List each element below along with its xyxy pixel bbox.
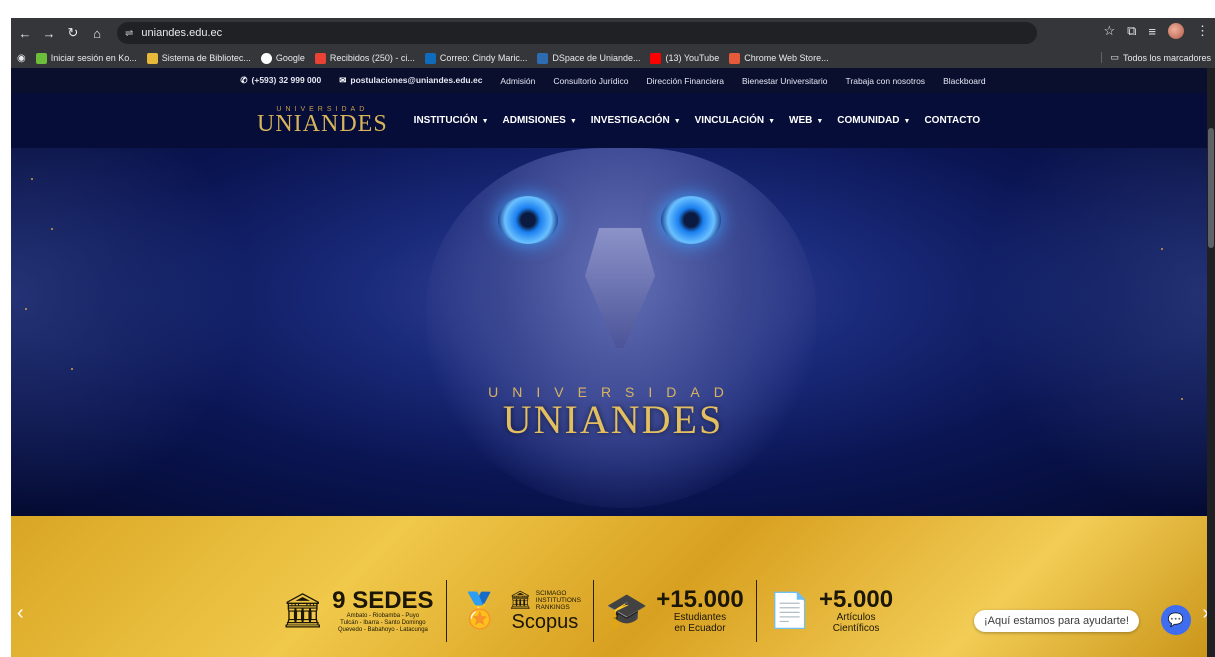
graduate-icon: 🎓	[605, 592, 649, 630]
google-icon	[260, 52, 272, 64]
bookmark-item[interactable]: Iniciar sesión en Ko...	[35, 52, 137, 64]
main-navigation: UNIVERSIDAD UNIANDES INSTITUCIÓN ▼ ADMISI…	[11, 93, 1215, 148]
top-link-financiera[interactable]: Dirección Financiera	[647, 76, 724, 86]
chevron-down-icon: ▼	[903, 118, 911, 125]
sparkle-dot	[31, 178, 33, 180]
stat-articles: 📄 +5.000 Artículos Científicos	[768, 586, 894, 635]
youtube-icon	[650, 52, 662, 64]
bookmarks-bar: ◉ Iniciar sesión en Ko... Sistema de Bib…	[11, 48, 1215, 68]
top-link-blackboard[interactable]: Blackboard	[943, 76, 986, 86]
bookmark-item[interactable]: Correo: Cindy Maric...	[424, 52, 527, 64]
sparkle-dot	[1161, 248, 1163, 250]
bookmark-item[interactable]: Google	[260, 52, 305, 64]
chevron-down-icon: ▼	[768, 118, 776, 125]
phone-icon: ✆	[240, 75, 248, 85]
home-icon[interactable]: ⌂	[87, 23, 107, 43]
extensions-icon[interactable]: ⧉	[1127, 23, 1136, 39]
bookmark-item[interactable]: Recibidos (250) - ci...	[314, 52, 415, 64]
top-link-admision[interactable]: Admisión	[500, 76, 535, 86]
stats-row: 🏛 9 SEDES Ambato - Riobamba - Puyo Tulcá…	[269, 576, 905, 646]
main-menu: INSTITUCIÓN ▼ ADMISIONES ▼ INVESTIGACIÓN ▼ …	[414, 115, 981, 126]
stat-sedes: 🏛 9 SEDES Ambato - Riobamba - Puyo Tulcá…	[281, 586, 434, 633]
stat-ranking: 🏅 🏛 SCIMAGO INSTITUTIONS RANKINGS Scopus	[458, 589, 581, 633]
outlook-icon	[424, 52, 436, 64]
address-bar[interactable]: ⇌ uniandes.edu.ec	[117, 22, 1037, 44]
menu-vinculacion[interactable]: VINCULACIÓN ▼	[695, 115, 775, 126]
eagle-eye-right	[661, 196, 721, 244]
menu-dots-icon[interactable]: ⋮	[1196, 23, 1209, 39]
top-link-consultorio[interactable]: Consultorio Jurídico	[553, 76, 628, 86]
eagle-wing-right	[975, 148, 1215, 516]
dspace-icon	[537, 52, 549, 64]
building-icon: 🏛	[281, 592, 325, 630]
eagle-eye-left	[498, 196, 558, 244]
institution-icon: 🏛	[508, 589, 532, 610]
reading-list-icon[interactable]: ≡	[1148, 24, 1156, 39]
site-settings-icon[interactable]: ⇌	[125, 28, 133, 39]
chevron-down-icon: ▼	[569, 118, 577, 125]
browser-window: ← → ↻ ⌂ ⇌ uniandes.edu.ec ☆ ⧉ ≡ ⋮ ◉ Inic…	[11, 18, 1215, 657]
profile-avatar[interactable]	[1168, 23, 1184, 39]
hero-title: UNIVERSIDAD UNIANDES	[488, 384, 738, 442]
top-info-bar: ✆ (+593) 32 999 000 ✉ postulaciones@uniand…	[11, 68, 1215, 93]
mail-icon: ✉	[339, 75, 347, 85]
phone-link[interactable]: ✆ (+593) 32 999 000	[240, 75, 321, 86]
stat-students: 🎓 +15.000 Estudiantes en Ecuador	[605, 586, 744, 635]
document-icon: 📄	[768, 592, 812, 630]
forward-icon[interactable]: →	[39, 23, 59, 43]
webstore-icon	[729, 52, 741, 64]
stats-band: ‹ 🏛 9 SEDES Ambato - Riobamba - Puyo Tul…	[11, 516, 1215, 657]
chat-greeting[interactable]: ¡Aquí estamos para ayudarte!	[974, 610, 1139, 632]
sparkle-dot	[25, 308, 27, 310]
bookmark-favicon-icon	[35, 52, 47, 64]
chevron-down-icon: ▼	[481, 118, 489, 125]
hero-banner: UNIVERSIDAD UNIANDES	[11, 148, 1215, 516]
bookmark-item[interactable]: Chrome Web Store...	[729, 52, 829, 64]
menu-comunidad[interactable]: COMUNIDAD ▼	[837, 115, 910, 126]
menu-contacto[interactable]: CONTACTO	[924, 115, 980, 126]
browser-actions: ☆ ⧉ ≡ ⋮	[1103, 23, 1209, 39]
bookmark-item[interactable]: Sistema de Bibliotec...	[146, 52, 251, 64]
browser-toolbar: ← → ↻ ⌂ ⇌ uniandes.edu.ec ☆ ⧉ ≡ ⋮	[11, 18, 1215, 48]
bookmark-favicon-icon	[146, 52, 158, 64]
chrome-icon: ◉	[17, 52, 26, 64]
top-link-bienestar[interactable]: Bienestar Universitario	[742, 76, 828, 86]
sparkle-dot	[51, 228, 53, 230]
url-text: uniandes.edu.ec	[141, 27, 223, 39]
reload-icon[interactable]: ↻	[63, 23, 83, 43]
email-link[interactable]: ✉ postulaciones@uniandes.edu.ec	[339, 75, 482, 86]
menu-investigacion[interactable]: INVESTIGACIÓN ▼	[591, 115, 681, 126]
scrollbar-thumb[interactable]	[1208, 128, 1214, 248]
site-logo[interactable]: UNIVERSIDAD UNIANDES	[257, 106, 388, 136]
medal-icon: 🏅	[458, 592, 501, 630]
all-bookmarks[interactable]: ▭ Todos los marcadores	[1101, 52, 1211, 63]
chevron-down-icon: ▼	[673, 118, 681, 125]
eagle-wing-left	[11, 148, 251, 516]
bookmark-item[interactable]: (13) YouTube	[650, 52, 719, 64]
back-icon[interactable]: ←	[15, 23, 35, 43]
bookmark-item[interactable]: DSpace de Uniande...	[537, 52, 640, 64]
chevron-down-icon: ▼	[816, 118, 824, 125]
gmail-icon	[314, 52, 326, 64]
menu-web[interactable]: WEB ▼	[789, 115, 823, 126]
menu-admisiones[interactable]: ADMISIONES ▼	[503, 115, 577, 126]
page-scrollbar[interactable]	[1207, 68, 1215, 657]
bookmark-star-icon[interactable]: ☆	[1103, 23, 1115, 39]
top-link-trabaja[interactable]: Trabaja con nosotros	[846, 76, 926, 86]
chat-bubble-icon[interactable]: 💬	[1161, 605, 1191, 635]
carousel-prev-icon[interactable]: ‹	[17, 602, 24, 625]
menu-institucion[interactable]: INSTITUCIÓN ▼	[414, 115, 489, 126]
webpage: ✆ (+593) 32 999 000 ✉ postulaciones@uniand…	[11, 68, 1215, 657]
folder-icon: ▭	[1110, 52, 1119, 62]
sparkle-dot	[71, 368, 73, 370]
